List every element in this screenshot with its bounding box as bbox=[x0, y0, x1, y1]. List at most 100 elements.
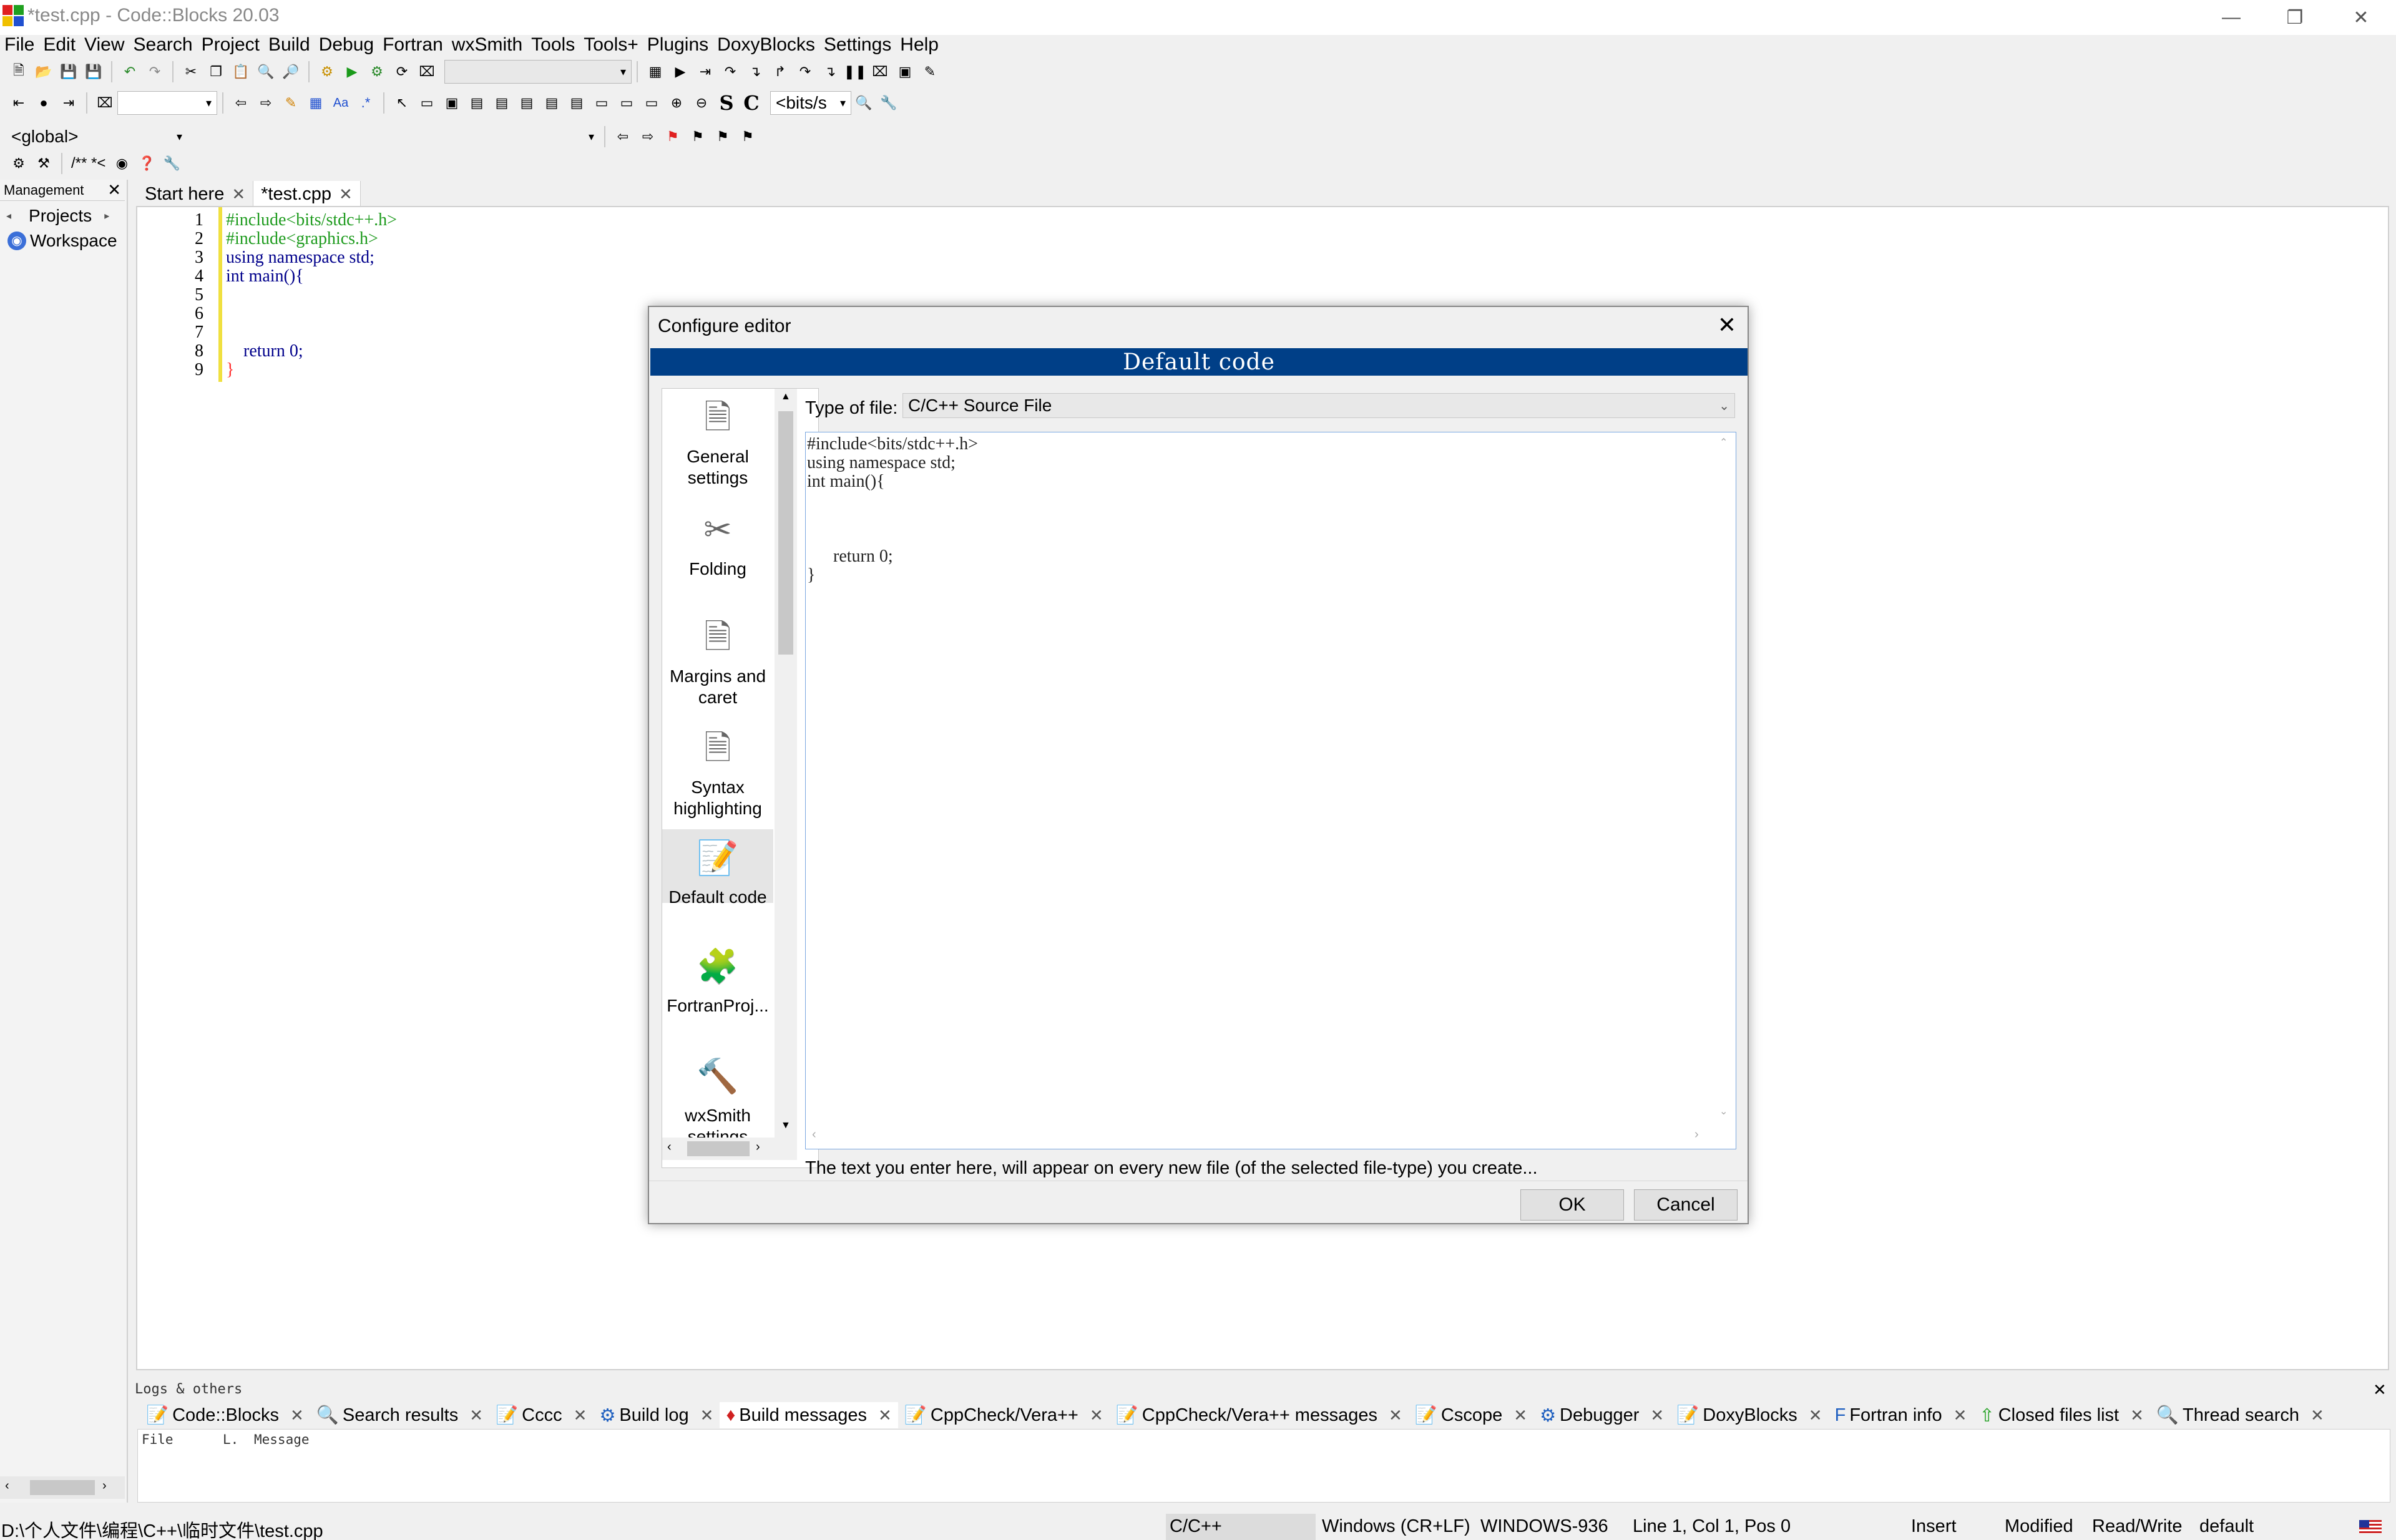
close-icon[interactable]: ✕ bbox=[1090, 1406, 1103, 1425]
redo-icon[interactable]: ↷ bbox=[145, 62, 165, 82]
ok-button[interactable]: OK bbox=[1520, 1189, 1624, 1221]
scroll-down-icon[interactable]: ⌄ bbox=[1719, 1105, 1728, 1118]
code-vscrollbar[interactable]: ⌃ ⌄ bbox=[1713, 432, 1734, 1125]
page-general-settings[interactable]: 🗎 General settings bbox=[662, 389, 773, 495]
next-line-icon[interactable]: ↷ bbox=[720, 62, 740, 82]
tab-debugger[interactable]: ⚙ Debugger ✕ bbox=[1533, 1402, 1670, 1428]
debug-continue-icon[interactable]: ▶ bbox=[670, 62, 690, 82]
tab-thread-search[interactable]: 🔍 Thread search ✕ bbox=[2150, 1402, 2330, 1428]
tab-test-cpp[interactable]: *test.cpp ✕ bbox=[253, 181, 361, 207]
close-icon[interactable]: ✕ bbox=[1809, 1406, 1822, 1425]
flag-icon[interactable]: ⚑ bbox=[663, 127, 683, 147]
incremental-search-input[interactable]: ▾ bbox=[117, 91, 217, 115]
jump-back-icon[interactable]: ⇤ bbox=[9, 93, 29, 113]
tool-c-icon[interactable]: ▤ bbox=[492, 93, 512, 113]
flag-next-icon[interactable]: ⚑ bbox=[713, 127, 733, 147]
close-icon[interactable]: ✕ bbox=[1718, 312, 1736, 338]
close-icon[interactable]: ✕ bbox=[700, 1406, 714, 1425]
rebuild-icon[interactable]: ⟳ bbox=[392, 62, 412, 82]
column-line[interactable]: L. bbox=[223, 1432, 254, 1447]
build-gear-icon[interactable]: ⚙ bbox=[317, 62, 337, 82]
close-icon[interactable]: ✕ bbox=[232, 185, 245, 204]
page-list-hscrollbar[interactable]: ‹ › bbox=[662, 1138, 797, 1160]
find-icon[interactable]: 🔍 bbox=[256, 62, 276, 82]
scroll-right-icon[interactable]: › bbox=[1694, 1128, 1699, 1142]
header-combo[interactable]: <bits/s ▾ bbox=[770, 91, 851, 115]
run-to-cursor-icon[interactable]: ⇥ bbox=[695, 62, 715, 82]
scroll-right-icon[interactable]: › bbox=[102, 1479, 107, 1493]
cancel-button[interactable]: Cancel bbox=[1634, 1189, 1738, 1221]
tool-i-icon[interactable]: ▭ bbox=[642, 93, 662, 113]
zoom-in-icon[interactable]: ⊕ bbox=[667, 93, 687, 113]
default-code-text[interactable]: #include<bits/stdc++.h> using namespace … bbox=[807, 435, 978, 585]
line-comment-icon[interactable]: ◉ bbox=[112, 154, 132, 173]
copy-icon[interactable]: ❐ bbox=[206, 62, 226, 82]
tab-left-arrow-icon[interactable]: ◂ bbox=[6, 210, 11, 222]
step-into-icon[interactable]: ↴ bbox=[745, 62, 765, 82]
tool-g-icon[interactable]: ▭ bbox=[592, 93, 612, 113]
scroll-thumb[interactable] bbox=[30, 1480, 95, 1495]
workspace-node[interactable]: ◉ Workspace bbox=[7, 231, 117, 251]
menu-help[interactable]: Help bbox=[896, 32, 943, 57]
c-button[interactable]: C bbox=[741, 91, 761, 115]
file-type-select[interactable]: C/C++ Source File ⌄ bbox=[902, 393, 1735, 418]
menu-wxsmith[interactable]: wxSmith bbox=[447, 32, 527, 57]
menu-tools-plus[interactable]: Tools+ bbox=[579, 32, 643, 57]
new-file-icon[interactable]: 🗎 bbox=[9, 62, 29, 82]
build-target-combo[interactable]: ▾ bbox=[444, 60, 632, 84]
tab-doxyblocks[interactable]: 📝 DoxyBlocks ✕ bbox=[1670, 1402, 1828, 1428]
block-comment-button[interactable]: /** *< bbox=[71, 155, 105, 172]
close-icon[interactable]: ✕ bbox=[574, 1406, 587, 1425]
run-icon[interactable]: ▶ bbox=[342, 62, 362, 82]
mgmt-hscrollbar[interactable]: ‹ › bbox=[0, 1476, 125, 1499]
close-icon[interactable]: ✕ bbox=[107, 180, 121, 200]
tool-d-icon[interactable]: ▤ bbox=[517, 93, 537, 113]
code-hscrollbar[interactable]: ‹ › bbox=[806, 1125, 1713, 1148]
menu-debug[interactable]: Debug bbox=[315, 32, 378, 57]
zoom-out-icon[interactable]: ⊖ bbox=[692, 93, 711, 113]
tab-code-blocks[interactable]: 📝 Code::Blocks ✕ bbox=[140, 1402, 310, 1428]
tab-cccc[interactable]: 📝 Cccc ✕ bbox=[489, 1402, 593, 1428]
toggle-bookmark-icon[interactable]: ● bbox=[34, 93, 54, 113]
close-window-button[interactable]: ✕ bbox=[2327, 0, 2395, 35]
debug-windows-icon[interactable]: ▣ bbox=[895, 62, 915, 82]
column-message[interactable]: Message bbox=[254, 1432, 310, 1447]
tab-cppcheck-vera-messages[interactable]: 📝 CppCheck/Vera++ messages ✕ bbox=[1110, 1402, 1409, 1428]
restore-button[interactable]: ❐ bbox=[2261, 0, 2329, 35]
tool-a-icon[interactable]: ▣ bbox=[442, 93, 462, 113]
page-syntax-highlighting[interactable]: 🗎 Syntax highlighting bbox=[662, 719, 773, 826]
tab-cppcheck-vera[interactable]: 📝 CppCheck/Vera++ ✕ bbox=[898, 1402, 1110, 1428]
tab-start-here[interactable]: Start here ✕ bbox=[137, 181, 254, 207]
search-icon[interactable]: 🔍 bbox=[854, 93, 874, 113]
debug-window-icon[interactable]: ▦ bbox=[645, 62, 665, 82]
page-default-code[interactable]: 📝 Default code bbox=[662, 829, 773, 907]
tab-cscope[interactable]: 📝 Cscope ✕ bbox=[1409, 1402, 1533, 1428]
page-folding[interactable]: ✂ Folding bbox=[662, 501, 773, 607]
rect-tool-icon[interactable]: ▭ bbox=[417, 93, 437, 113]
find-next-icon[interactable]: ⇨ bbox=[256, 93, 276, 113]
abort-icon[interactable]: ⌧ bbox=[417, 62, 437, 82]
close-icon[interactable]: ✕ bbox=[2130, 1406, 2144, 1425]
page-fortran-project[interactable]: 🧩 FortranProj... bbox=[662, 938, 773, 1044]
scroll-up-icon[interactable]: ⌃ bbox=[1719, 436, 1728, 449]
flag-prev-icon[interactable]: ⚑ bbox=[688, 127, 708, 147]
jump-forward-icon[interactable]: ⇥ bbox=[59, 93, 79, 113]
page-wxsmith[interactable]: 🔨 wxSmith settings bbox=[662, 1048, 773, 1138]
selected-text-icon[interactable]: ▦ bbox=[306, 93, 326, 113]
build-run-icon[interactable]: ⚙ bbox=[367, 62, 387, 82]
help-icon[interactable]: ❓ bbox=[137, 154, 157, 173]
tab-projects[interactable]: Projects bbox=[29, 206, 92, 226]
step-instruction-icon[interactable]: ↴ bbox=[820, 62, 840, 82]
prev-bookmark-icon[interactable]: ⇦ bbox=[613, 127, 633, 147]
menu-fortran[interactable]: Fortran bbox=[378, 32, 447, 57]
scroll-up-icon[interactable]: ▲ bbox=[781, 391, 791, 402]
close-icon[interactable]: ✕ bbox=[2310, 1406, 2324, 1425]
scroll-right-icon[interactable]: › bbox=[756, 1140, 760, 1154]
scroll-left-icon[interactable]: ‹ bbox=[812, 1128, 816, 1142]
tab-build-messages[interactable]: ♦ Build messages ✕ bbox=[720, 1402, 898, 1428]
menu-edit[interactable]: Edit bbox=[39, 32, 80, 57]
tool-f-icon[interactable]: ▤ bbox=[567, 93, 587, 113]
stop-debug-icon[interactable]: ⌧ bbox=[870, 62, 890, 82]
scroll-left-icon[interactable]: ‹ bbox=[5, 1479, 9, 1493]
close-icon[interactable]: ✕ bbox=[1953, 1406, 1967, 1425]
